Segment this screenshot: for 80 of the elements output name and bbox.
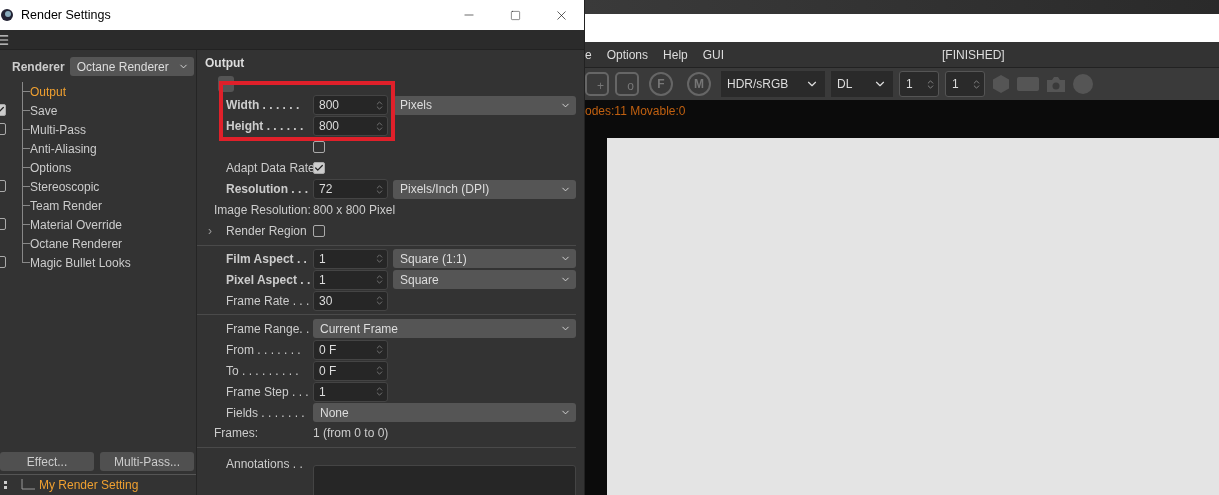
menu-item[interactable]: Options xyxy=(606,47,649,62)
spinner-icon xyxy=(374,274,385,286)
spinner-icon xyxy=(374,344,385,356)
spinner-icon xyxy=(374,183,385,195)
dialog-button[interactable]: Effect... xyxy=(0,452,94,471)
tree-item[interactable]: Material Override xyxy=(0,215,196,234)
number-field[interactable]: 72 xyxy=(313,179,388,200)
tree-item[interactable]: Magic Bullet Looks xyxy=(0,253,196,272)
field-label: Frame Rate . . . xyxy=(226,293,310,308)
number-field[interactable]: 1 xyxy=(313,248,388,269)
maximize-icon[interactable] xyxy=(509,9,521,21)
menu-icon[interactable] xyxy=(0,32,10,47)
dropdown[interactable]: Square (1:1) xyxy=(393,249,576,269)
tree-item[interactable]: Multi-Pass xyxy=(0,120,196,139)
field-label: Height . . . . . . xyxy=(226,119,305,134)
checkbox[interactable] xyxy=(313,225,325,238)
info-value: 800 x 800 Pixel xyxy=(313,203,396,218)
spinner-icon xyxy=(374,295,385,307)
info-label: Image Resolution: xyxy=(214,203,310,218)
field-label: Fields . . . . . . . xyxy=(226,405,306,420)
dropdown[interactable]: Square xyxy=(393,270,576,290)
menu-item[interactable]: GUI xyxy=(702,47,725,62)
info-value: 1 (from 0 to 0) xyxy=(313,426,389,441)
renderer-dropdown[interactable]: Octane Renderer xyxy=(69,57,194,76)
field-label: Annotations . . xyxy=(226,455,304,471)
spinner-icon xyxy=(374,386,385,398)
number-field[interactable]: 1 xyxy=(313,381,388,402)
tree-item[interactable]: Octane Renderer xyxy=(0,234,196,253)
spinner-icon xyxy=(374,120,385,132)
renderer-label: Renderer xyxy=(12,59,65,74)
dropdown[interactable]: Current Frame xyxy=(313,319,576,339)
tree-item[interactable]: Options xyxy=(0,158,196,177)
field-label: From . . . . . . . xyxy=(226,342,302,357)
number-field[interactable]: 800 xyxy=(313,116,388,137)
spinner-icon xyxy=(971,78,982,90)
section-title: Output xyxy=(204,55,246,72)
checkbox[interactable] xyxy=(313,162,325,175)
dropdown[interactable]: DL xyxy=(831,71,893,97)
tree-item[interactable]: Stereoscopic xyxy=(0,177,196,196)
preset-item[interactable]: My Render Setting xyxy=(39,478,139,492)
menu-item[interactable]: e xyxy=(585,47,592,62)
dropdown[interactable]: Pixels xyxy=(393,95,576,115)
spinner-icon xyxy=(374,253,385,265)
number-field[interactable]: 800 xyxy=(313,95,388,116)
tree-branch-icon xyxy=(21,479,35,491)
checkbox[interactable] xyxy=(313,141,325,154)
field-label: Pixel Aspect . . xyxy=(226,272,310,287)
field-label: Frame Step . . . xyxy=(226,384,310,399)
handle-icon xyxy=(4,480,7,490)
tree-item[interactable]: Team Render xyxy=(0,196,196,215)
number-field[interactable]: 30 xyxy=(313,290,388,311)
dropdown[interactable]: Pixels/Inch (DPI) xyxy=(393,179,576,199)
spinner-icon xyxy=(374,365,385,377)
number-field[interactable]: 0 F xyxy=(313,339,388,360)
tree-item[interactable]: Output xyxy=(0,82,196,101)
expand-arrow[interactable]: › xyxy=(208,224,219,239)
tree-item[interactable]: Save xyxy=(0,101,196,120)
field-label: To . . . . . . . . . xyxy=(226,363,300,378)
render-status: [FINISHED] xyxy=(942,47,1005,62)
field-label: Resolution . . . xyxy=(226,182,309,197)
dropdown[interactable]: HDR/sRGB xyxy=(721,71,825,97)
checkbox-label: Render Region xyxy=(226,224,308,239)
info-label: Frames: xyxy=(214,426,259,441)
app-logo-icon xyxy=(0,8,14,22)
number-field[interactable]: 0 F xyxy=(313,360,388,381)
annotations-field[interactable] xyxy=(313,464,576,495)
spinner-icon xyxy=(374,99,385,111)
field-label: Width . . . . . . xyxy=(226,98,301,113)
dropdown[interactable]: None xyxy=(313,403,576,423)
number-field[interactable]: 1 xyxy=(899,71,939,97)
number-field[interactable]: 1 xyxy=(945,71,985,97)
log-text: odes:11 Movable:0 xyxy=(585,103,687,120)
field-label: Film Aspect . . xyxy=(226,251,308,266)
field-label: Frame Range. . xyxy=(226,321,310,336)
dialog-button[interactable]: Multi-Pass... xyxy=(100,452,194,471)
window-title: Render Settings xyxy=(21,8,112,22)
spinner-icon xyxy=(925,78,936,90)
menu-item[interactable]: Help xyxy=(663,47,688,62)
number-field[interactable]: 1 xyxy=(313,269,388,290)
tree-item[interactable]: Anti-Aliasing xyxy=(0,139,196,158)
